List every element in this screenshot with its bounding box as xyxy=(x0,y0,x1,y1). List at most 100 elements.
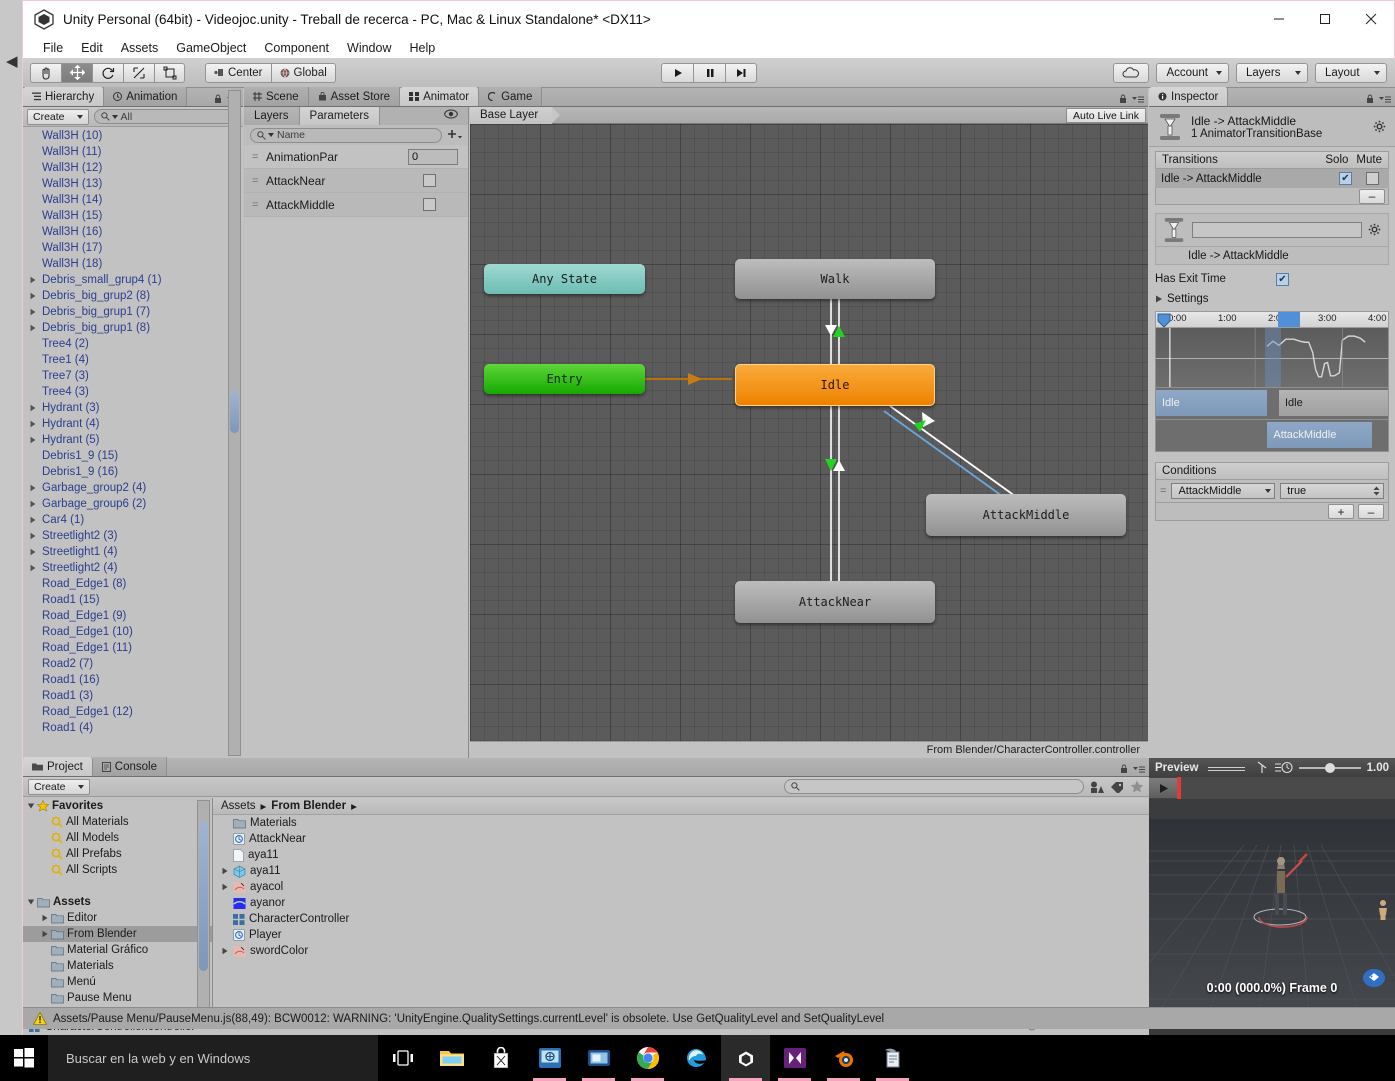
project-file-item[interactable]: CharacterController xyxy=(213,911,1149,927)
project-file-item[interactable]: AttackNear xyxy=(213,831,1149,847)
hierarchy-item[interactable]: Hydrant (3) xyxy=(23,400,243,416)
chevron-right-icon[interactable] xyxy=(29,500,40,508)
drag-handle-icon[interactable]: = xyxy=(252,199,266,211)
project-file-item[interactable]: swordColor xyxy=(213,943,1149,959)
layers-dropdown[interactable]: Layers xyxy=(1236,62,1308,83)
project-tree-item[interactable]: Menú xyxy=(23,974,212,990)
tab-game[interactable]: Game xyxy=(479,87,543,106)
tab-asset-store[interactable]: Asset Store xyxy=(308,87,401,106)
hierarchy-item[interactable]: Car4 (1) xyxy=(23,512,243,528)
avatar-icon[interactable] xyxy=(1377,899,1389,923)
store-icon[interactable] xyxy=(476,1035,525,1081)
transition-name-input[interactable] xyxy=(1192,222,1362,238)
chevron-right-icon[interactable] xyxy=(29,404,40,412)
hierarchy-item[interactable]: Streetlight2 (3) xyxy=(23,528,243,544)
settings-row[interactable]: Settings xyxy=(1149,289,1395,309)
notepad-icon[interactable] xyxy=(868,1035,917,1081)
hierarchy-item[interactable]: Debris_small_grup4 (1) xyxy=(23,272,243,288)
project-tree-item[interactable]: Material Gráfico xyxy=(23,942,212,958)
tab-console[interactable]: Console xyxy=(92,757,167,776)
hierarchy-item[interactable]: Wall3H (12) xyxy=(23,160,243,176)
chevron-right-icon[interactable] xyxy=(29,324,40,332)
timeline-track-top[interactable]: Idle Idle xyxy=(1155,388,1389,420)
visual-studio-code-icon[interactable] xyxy=(770,1035,819,1081)
chevron-right-icon[interactable] xyxy=(29,436,40,444)
hierarchy-item[interactable]: Road_Edge1 (11) xyxy=(23,640,243,656)
hierarchy-item[interactable]: Wall3H (10) xyxy=(23,128,243,144)
layout-dropdown[interactable]: Layout xyxy=(1315,62,1387,83)
menu-assets[interactable]: Assets xyxy=(121,41,159,55)
start-button[interactable] xyxy=(0,1035,48,1081)
maximize-button[interactable] xyxy=(1302,1,1348,37)
taskbar-search-input[interactable]: Buscar en la web y en Windows xyxy=(48,1035,378,1081)
tab-scene[interactable]: Scene xyxy=(244,87,309,106)
tab-animator[interactable]: Animator xyxy=(400,87,480,106)
chevron-right-icon[interactable] xyxy=(41,930,49,938)
task-view-icon[interactable] xyxy=(378,1035,427,1081)
menu-edit[interactable]: Edit xyxy=(81,41,103,55)
close-button[interactable] xyxy=(1348,1,1394,37)
tag-badge-icon[interactable] xyxy=(1361,967,1387,989)
tab-project[interactable]: Project xyxy=(23,757,93,776)
breadcrumb-from-blender[interactable]: From Blender xyxy=(271,800,346,812)
hierarchy-item[interactable]: Hydrant (5) xyxy=(23,432,243,448)
timeline-clip[interactable]: Idle xyxy=(1156,390,1268,416)
hierarchy-item[interactable]: Road1 (16) xyxy=(23,672,243,688)
pause-button[interactable] xyxy=(693,62,725,83)
project-tree-item[interactable]: All Models xyxy=(23,830,212,846)
state-node-anystate[interactable]: Any State xyxy=(484,264,645,294)
minimize-button[interactable] xyxy=(1256,1,1302,37)
timeline-clip[interactable]: AttackMiddle xyxy=(1267,422,1372,448)
tab-animation[interactable]: Animation xyxy=(104,87,188,106)
chevron-right-icon[interactable] xyxy=(29,532,40,540)
panel-menu-icon[interactable] xyxy=(1133,765,1145,774)
condition-parameter-select[interactable]: AttackMiddle xyxy=(1171,483,1276,499)
chevron-right-icon[interactable] xyxy=(29,276,40,284)
lock-icon[interactable] xyxy=(1120,764,1128,774)
filter-by-type-icon[interactable] xyxy=(1090,781,1104,793)
playback-speed-icon[interactable] xyxy=(1274,761,1293,774)
playhead-handle-icon[interactable] xyxy=(1156,313,1172,328)
cloud-services-button[interactable] xyxy=(1113,62,1150,83)
hierarchy-item[interactable]: Debris1_9 (15) xyxy=(23,448,243,464)
play-button[interactable] xyxy=(661,62,693,83)
chevron-right-icon[interactable] xyxy=(29,516,40,524)
animator-parameter-row[interactable]: = AnimationPar 0 xyxy=(244,145,468,169)
timeline-marker[interactable] xyxy=(1278,312,1300,327)
state-node-attackmiddle[interactable]: AttackMiddle xyxy=(926,494,1126,536)
project-tree-item[interactable]: All Materials xyxy=(23,814,212,830)
drag-handle-icon[interactable]: = xyxy=(252,175,266,187)
hierarchy-scroll-thumb[interactable] xyxy=(230,391,239,433)
lock-icon[interactable] xyxy=(1366,94,1374,104)
menu-help[interactable]: Help xyxy=(409,41,435,55)
transition-row[interactable]: Idle -> AttackMiddle xyxy=(1155,169,1389,188)
subtab-layers[interactable]: Layers xyxy=(244,107,300,125)
state-machine-graph[interactable]: Any State Entry Walk Idle AttackMiddle Attack… xyxy=(470,124,1148,758)
state-node-attacknear[interactable]: AttackNear xyxy=(735,581,935,623)
file-explorer-icon[interactable] xyxy=(427,1035,476,1081)
chrome-icon[interactable] xyxy=(623,1035,672,1081)
project-search-input[interactable] xyxy=(784,779,1084,794)
hierarchy-item[interactable]: Debris_big_grup1 (8) xyxy=(23,320,243,336)
project-tree-item[interactable]: Assets xyxy=(23,894,212,910)
eye-icon[interactable] xyxy=(444,109,458,119)
lock-icon[interactable] xyxy=(1119,94,1127,104)
transition-timeline[interactable]: 0:001:002:003:004:00 IdleIdle AttackMidd… xyxy=(1155,311,1389,452)
chevron-right-icon[interactable] xyxy=(29,292,40,300)
teamviewer-icon[interactable] xyxy=(525,1035,574,1081)
hierarchy-scrollbar[interactable] xyxy=(228,90,241,756)
move-tool-button[interactable] xyxy=(61,62,92,83)
timeline-ruler[interactable]: 0:001:002:003:004:00 xyxy=(1155,311,1389,328)
hierarchy-create-button[interactable]: Create xyxy=(27,108,89,125)
filter-by-label-icon[interactable] xyxy=(1110,781,1124,793)
chevron-right-icon[interactable] xyxy=(221,947,229,955)
project-file-item[interactable]: ayacol xyxy=(213,879,1149,895)
project-tree-item[interactable]: Materials xyxy=(23,958,212,974)
parameter-value-input[interactable]: 0 xyxy=(408,148,458,165)
rect-tool-button[interactable] xyxy=(154,62,185,83)
preview-play-button[interactable] xyxy=(1149,778,1177,798)
chevron-down-icon[interactable] xyxy=(27,802,35,810)
project-file-item[interactable]: Materials xyxy=(213,815,1149,831)
project-tree-item[interactable]: All Prefabs xyxy=(23,846,212,862)
hierarchy-item[interactable]: Debris_big_grup1 (7) xyxy=(23,304,243,320)
